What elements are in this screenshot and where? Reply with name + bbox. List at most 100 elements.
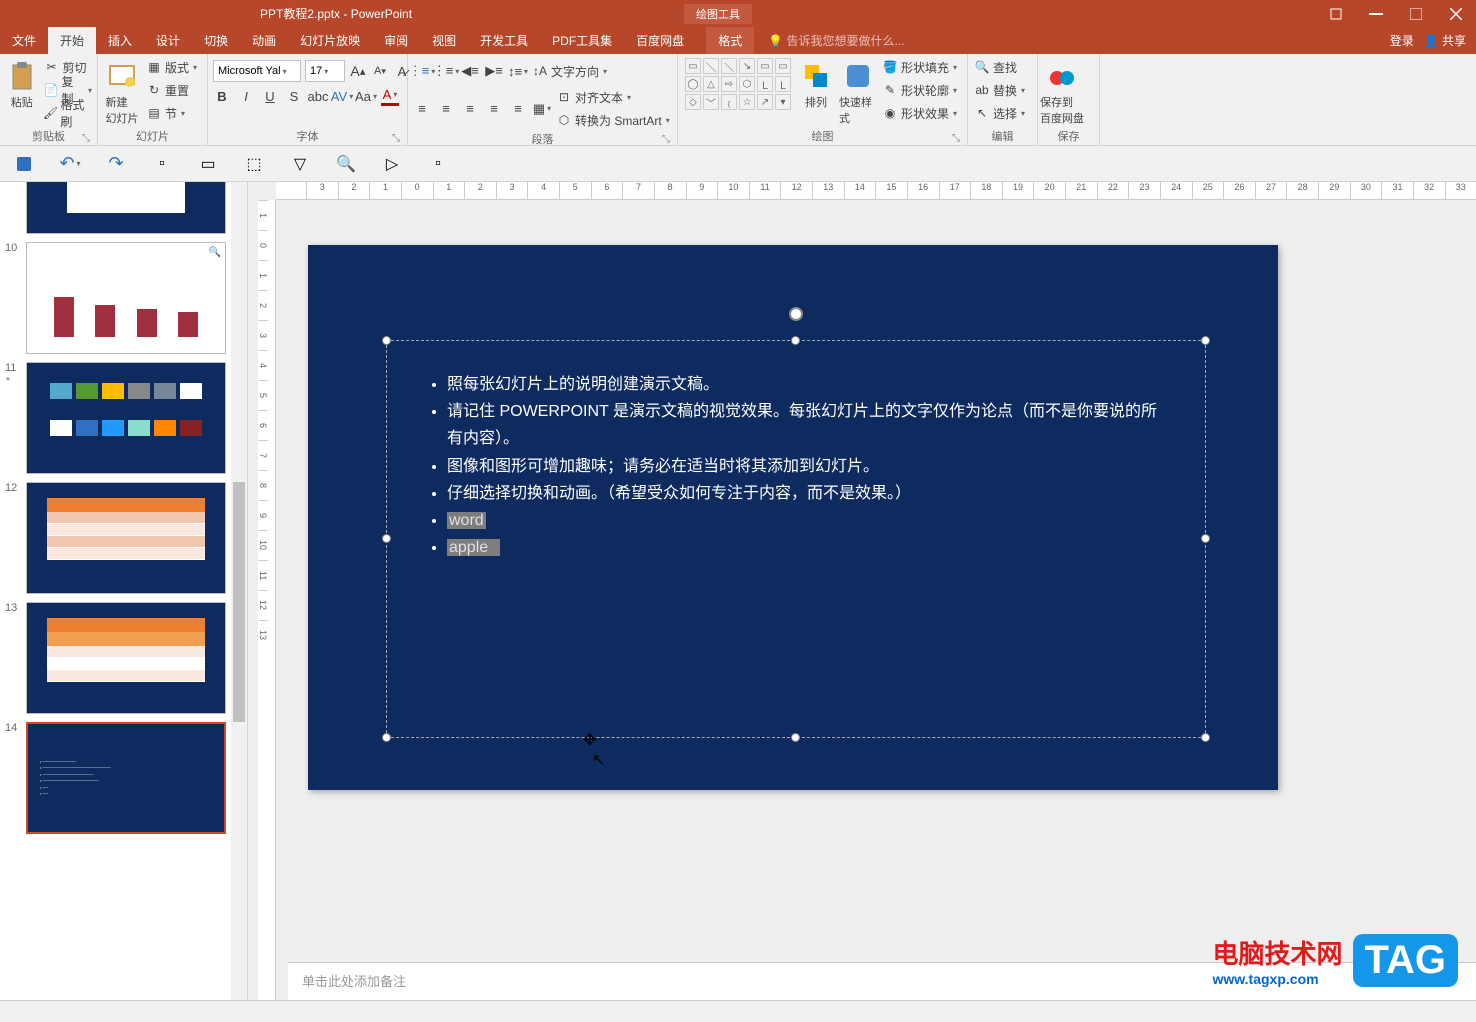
underline-button[interactable]: U xyxy=(261,86,279,106)
qat-btn-10[interactable]: ▫ xyxy=(428,154,448,174)
reset-button[interactable]: ↻重置 xyxy=(145,79,197,101)
resize-handle-se[interactable] xyxy=(1201,733,1210,742)
save-button[interactable] xyxy=(14,154,34,174)
clipboard-launcher[interactable]: ⤡ xyxy=(82,133,90,144)
resize-handle-n[interactable] xyxy=(791,336,800,345)
font-launcher[interactable]: ⤡ xyxy=(392,133,400,144)
decrease-indent-button[interactable]: ◀≡ xyxy=(461,61,479,81)
qat-btn-8[interactable]: 🔍 xyxy=(336,154,356,174)
tab-slideshow[interactable]: 幻灯片放映 xyxy=(288,27,372,54)
bullet-list[interactable]: 照每张幻灯片上的说明创建演示文稿。 请记住 POWERPOINT 是演示文稿的视… xyxy=(387,341,1205,591)
tell-me-search[interactable]: 💡 告诉我您想要做什么... xyxy=(754,32,904,49)
qat-btn-9[interactable]: ▷ xyxy=(382,154,402,174)
font-color-button[interactable]: A▾ xyxy=(381,86,399,106)
slide-thumb-14[interactable]: • ────────────• ────────────────────────… xyxy=(26,722,226,834)
tab-pdf[interactable]: PDF工具集 xyxy=(540,27,624,54)
maximize-button[interactable] xyxy=(1396,0,1436,27)
align-text-button[interactable]: ⊡对齐文本▾ xyxy=(555,86,670,108)
layout-button[interactable]: ▦版式▾ xyxy=(145,56,197,78)
section-button[interactable]: ▤节▾ xyxy=(145,102,197,124)
italic-button[interactable]: I xyxy=(237,86,255,106)
shape-outline-button[interactable]: ✎形状轮廓▾ xyxy=(881,79,957,101)
shadow-button[interactable]: abc xyxy=(309,86,327,106)
redo-button[interactable]: ↷ xyxy=(106,154,126,174)
tab-baidu[interactable]: 百度网盘 xyxy=(624,27,696,54)
slide-canvas[interactable]: 照每张幻灯片上的说明创建演示文稿。 请记住 POWERPOINT 是演示文稿的视… xyxy=(308,245,1278,790)
increase-font-button[interactable]: A▴ xyxy=(349,61,367,81)
resize-handle-w[interactable] xyxy=(382,534,391,543)
qat-btn-4[interactable]: ▫ xyxy=(152,154,172,174)
slide-thumb-11[interactable] xyxy=(26,362,226,474)
align-left-button[interactable]: ≡ xyxy=(413,99,431,119)
content-textbox[interactable]: 照每张幻灯片上的说明创建演示文稿。 请记住 POWERPOINT 是演示文稿的视… xyxy=(386,340,1206,738)
tab-design[interactable]: 设计 xyxy=(144,27,192,54)
select-button[interactable]: ↖选择▾ xyxy=(973,102,1025,124)
justify-button[interactable]: ≡ xyxy=(485,99,503,119)
tab-review[interactable]: 审阅 xyxy=(372,27,420,54)
slide-thumb-13[interactable] xyxy=(26,602,226,714)
bullets-button[interactable]: ⋮≡▾ xyxy=(413,61,431,81)
qat-btn-6[interactable]: ⬚ xyxy=(244,154,264,174)
qat-btn-5[interactable]: ▭ xyxy=(198,154,218,174)
horizontal-ruler[interactable]: 3210123456789101112131415161718192021222… xyxy=(276,182,1476,200)
tab-developer[interactable]: 开发工具 xyxy=(468,27,540,54)
undo-button[interactable]: ↶▾ xyxy=(60,154,80,174)
change-case-button[interactable]: Aa▾ xyxy=(357,86,375,106)
line-spacing-button[interactable]: ↕≡▾ xyxy=(509,61,527,81)
vertical-ruler[interactable]: 1012345678910111213 xyxy=(258,200,276,1000)
shape-effects-button[interactable]: ◉形状效果▾ xyxy=(881,102,957,124)
text-direction-button[interactable]: ↕A文字方向▾ xyxy=(531,60,607,82)
ribbon-options-button[interactable] xyxy=(1316,0,1356,27)
shape-fill-button[interactable]: 🪣形状填充▾ xyxy=(881,56,957,78)
share-button[interactable]: 👤 共享 xyxy=(1424,32,1466,49)
numbering-button[interactable]: ⋮≡▾ xyxy=(437,61,455,81)
tab-insert[interactable]: 插入 xyxy=(96,27,144,54)
thumb-scrollbar[interactable] xyxy=(231,182,247,1000)
save-to-baidu-button[interactable]: 保存到 百度网盘 xyxy=(1043,56,1081,126)
close-button[interactable] xyxy=(1436,0,1476,27)
tab-format[interactable]: 格式 xyxy=(706,27,754,54)
resize-handle-sw[interactable] xyxy=(382,733,391,742)
qat-btn-7[interactable]: ▽ xyxy=(290,154,310,174)
resize-handle-e[interactable] xyxy=(1201,534,1210,543)
tab-transitions[interactable]: 切换 xyxy=(192,27,240,54)
slide-thumbnails-panel[interactable]: 10 🔍 11 * 12 13 xyxy=(0,182,248,1000)
paragraph-launcher[interactable]: ⤡ xyxy=(662,134,670,145)
shapes-gallery[interactable]: ▭＼＼↘▭▭ ◯△⇨⬡ＬＬ ◇﹀﹛☆↗▾ xyxy=(683,56,793,112)
minimize-button[interactable] xyxy=(1356,0,1396,27)
tab-file[interactable]: 文件 xyxy=(0,27,48,54)
bold-button[interactable]: B xyxy=(213,86,231,106)
font-name-selector[interactable]: Microsoft Yal▾ xyxy=(213,60,301,82)
slide-thumb-9[interactable] xyxy=(26,182,226,234)
bullet-item-selected[interactable]: word xyxy=(447,507,1165,534)
rotation-handle[interactable] xyxy=(789,307,803,321)
align-center-button[interactable]: ≡ xyxy=(437,99,455,119)
tab-view[interactable]: 视图 xyxy=(420,27,468,54)
replace-button[interactable]: ab替换▾ xyxy=(973,79,1025,101)
quick-styles-button[interactable]: 快速样式 xyxy=(839,56,877,126)
char-spacing-button[interactable]: AV▾ xyxy=(333,86,351,106)
tab-animations[interactable]: 动画 xyxy=(240,27,288,54)
slide-thumb-12[interactable] xyxy=(26,482,226,594)
resize-handle-ne[interactable] xyxy=(1201,336,1210,345)
font-size-selector[interactable]: 17▾ xyxy=(305,60,345,82)
smartart-button[interactable]: ⬡转换为 SmartArt▾ xyxy=(555,109,670,131)
bullet-item[interactable]: 照每张幻灯片上的说明创建演示文稿。 xyxy=(447,371,1165,398)
resize-handle-nw[interactable] xyxy=(382,336,391,345)
arrange-button[interactable]: 排列 xyxy=(797,56,835,110)
drawing-launcher[interactable]: ⤡ xyxy=(952,133,960,144)
resize-handle-s[interactable] xyxy=(791,733,800,742)
bullet-item[interactable]: 仔细选择切换和动画。（希望受众如何专注于内容，而不是效果。） xyxy=(447,480,1165,507)
bullet-item-selected[interactable]: apple xyxy=(447,534,1165,561)
bullet-item[interactable]: 请记住 POWERPOINT 是演示文稿的视觉效果。每张幻灯片上的文字仅作为论点… xyxy=(447,398,1165,452)
format-painter-button[interactable]: 🖌格式刷 xyxy=(43,102,92,124)
login-link[interactable]: 登录 xyxy=(1390,32,1414,49)
strikethrough-button[interactable]: S xyxy=(285,86,303,106)
decrease-font-button[interactable]: A▾ xyxy=(371,61,389,81)
columns-button[interactable]: ▦▾ xyxy=(533,99,551,119)
paste-button[interactable]: 粘贴 xyxy=(5,56,39,110)
tab-home[interactable]: 开始 xyxy=(48,27,96,54)
new-slide-button[interactable]: 新建 幻灯片 xyxy=(103,56,141,126)
increase-indent-button[interactable]: ▶≡ xyxy=(485,61,503,81)
distribute-button[interactable]: ≡ xyxy=(509,99,527,119)
